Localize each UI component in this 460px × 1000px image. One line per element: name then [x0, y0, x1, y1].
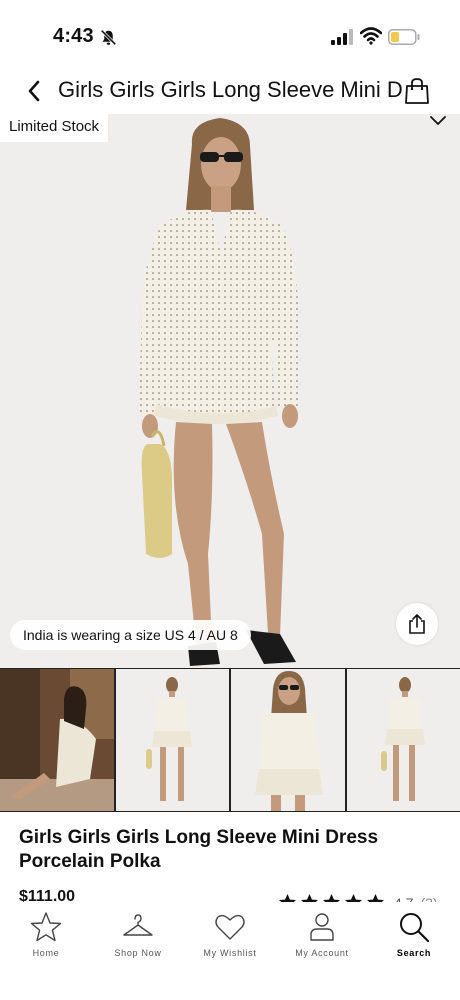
limited-stock-badge: Limited Stock	[0, 114, 109, 142]
product-name: Girls Girls Girls Long Sleeve Mini Dress…	[19, 827, 379, 872]
bottom-tab-bar: Home Shop Now My Wishlist My Account Sea…	[0, 902, 460, 1000]
back-button[interactable]	[22, 78, 46, 104]
battery-icon	[388, 29, 420, 45]
share-icon	[409, 614, 425, 634]
thumbnail-image	[0, 669, 114, 811]
thumbnail-image	[115, 669, 229, 811]
signal-icon	[331, 29, 353, 45]
tab-my-account[interactable]: My Account	[276, 902, 368, 1000]
tab-label: My Account	[295, 948, 349, 958]
wifi-icon	[360, 27, 382, 45]
model-photo	[139, 118, 298, 666]
share-button[interactable]	[396, 603, 438, 645]
tab-shop-now[interactable]: Shop Now	[92, 902, 184, 1000]
thumbnail-image	[231, 669, 345, 811]
thumbnail-strip	[0, 668, 460, 812]
status-bar: 4:43	[0, 0, 460, 66]
cart-button[interactable]	[404, 77, 430, 105]
page-title: Girls Girls Girls Long Sleeve Mini Dress…	[58, 77, 408, 102]
hanger-icon	[123, 914, 153, 936]
user-icon	[310, 913, 334, 941]
tab-my-wishlist[interactable]: My Wishlist	[184, 902, 276, 1000]
header-bar: Girls Girls Girls Long Sleeve Mini Dress…	[0, 66, 460, 116]
chevron-down-icon[interactable]	[428, 114, 448, 128]
thumbnail-2[interactable]	[115, 669, 229, 811]
status-time: 4:43	[53, 25, 94, 47]
thumbnail-1[interactable]	[0, 669, 114, 811]
shopping-bag-icon	[405, 78, 429, 104]
tab-home[interactable]: Home	[0, 902, 92, 1000]
search-icon	[400, 913, 430, 943]
product-hero-image[interactable]: Limited Stock India is wearing a size US…	[0, 114, 460, 668]
star-icon	[30, 912, 62, 942]
size-info-pill: India is wearing a size US 4 / AU 8	[10, 620, 251, 650]
thumbnail-image	[346, 669, 460, 811]
tab-label: Search	[396, 948, 432, 958]
tab-label: Shop Now	[114, 948, 162, 958]
chevron-left-icon	[28, 80, 40, 102]
tab-search[interactable]: Search	[368, 902, 460, 1000]
thumbnail-4[interactable]	[346, 669, 460, 811]
bell-off-icon	[100, 29, 117, 46]
heart-icon	[215, 914, 245, 940]
tab-label: My Wishlist	[203, 948, 257, 958]
thumbnail-3[interactable]	[231, 669, 345, 811]
tab-label: Home	[32, 948, 60, 958]
